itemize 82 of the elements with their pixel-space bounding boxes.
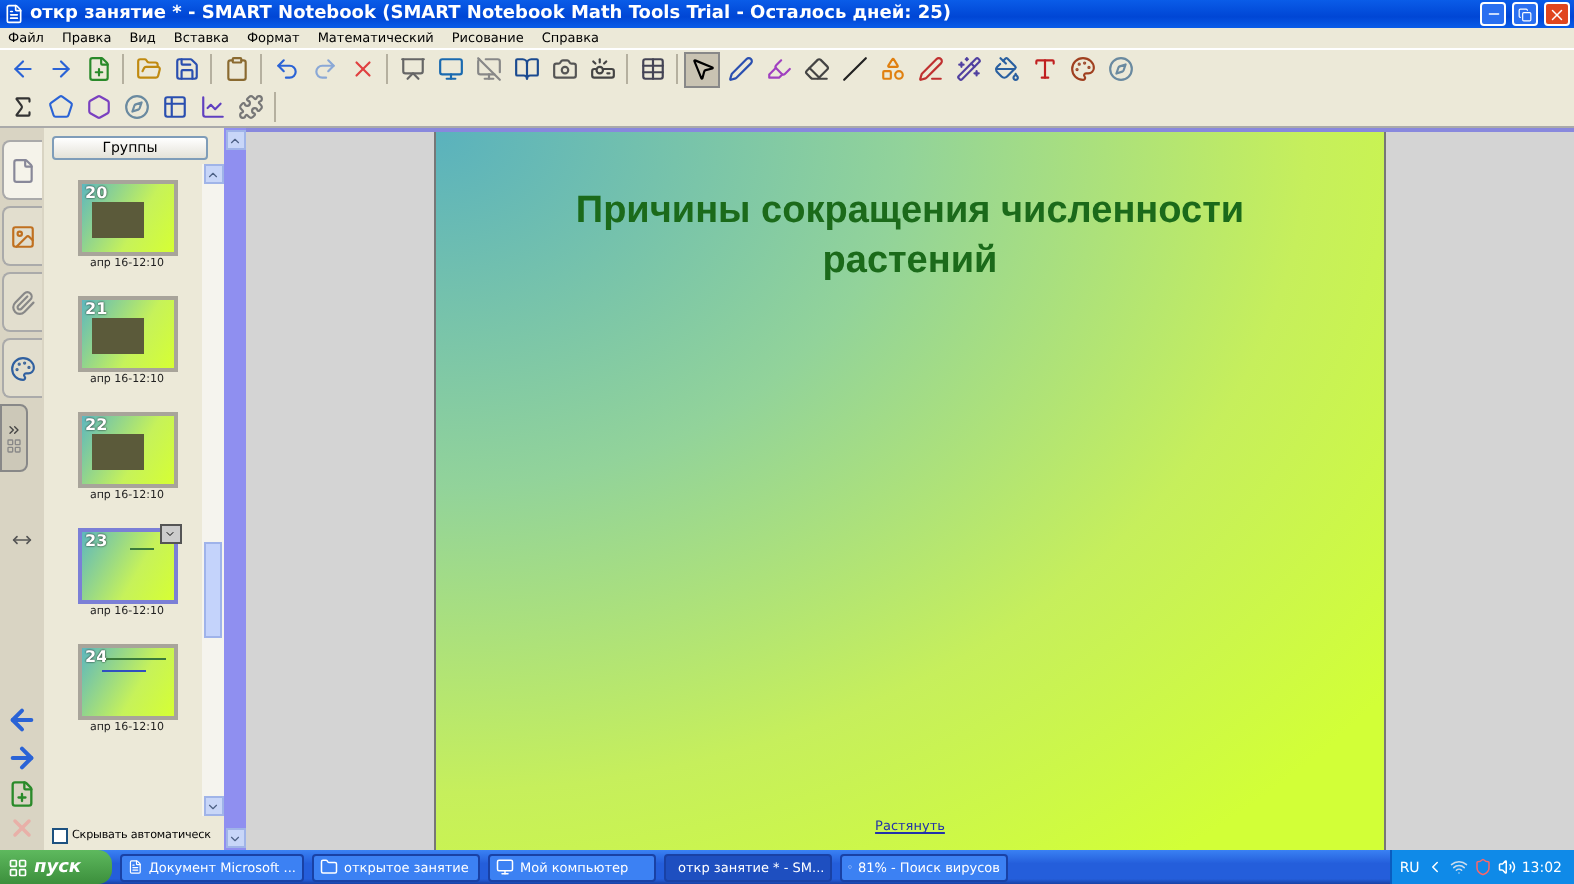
restore-button[interactable] bbox=[1512, 2, 1538, 26]
projector-icon bbox=[589, 56, 615, 82]
chart-icon bbox=[199, 94, 225, 120]
monitor-icon bbox=[437, 56, 463, 82]
palette-icon bbox=[1069, 56, 1095, 82]
wand-icon bbox=[955, 56, 981, 82]
paint-bucket-icon bbox=[993, 56, 1019, 82]
side-tab[interactable] bbox=[2, 272, 42, 332]
grip-icon bbox=[6, 438, 22, 454]
book-icon bbox=[513, 56, 539, 82]
undo-icon bbox=[273, 56, 299, 82]
forward-arrow-icon bbox=[47, 56, 73, 82]
dropdown-button[interactable] bbox=[159, 524, 181, 544]
paperclip-icon bbox=[10, 289, 36, 315]
pen-icon bbox=[727, 56, 753, 82]
pentagon-icon bbox=[47, 94, 73, 120]
hexagon-icon bbox=[85, 94, 111, 120]
caret-icon bbox=[164, 528, 176, 540]
palette-icon bbox=[10, 355, 36, 381]
resize-arrows-icon[interactable] bbox=[12, 530, 32, 550]
window-title: откр занятие * - SMART Notebook (SMART Notebook Math Tools Trial - Осталось дней: 25) bbox=[30, 4, 954, 24]
page-number: 20 bbox=[85, 184, 108, 202]
eraser-icon bbox=[803, 56, 829, 82]
scroll-thumb[interactable] bbox=[204, 542, 222, 638]
minimize-button[interactable] bbox=[1480, 2, 1506, 26]
text-icon bbox=[1031, 56, 1057, 82]
page-add-icon[interactable] bbox=[8, 780, 36, 808]
close-button[interactable] bbox=[1544, 2, 1570, 26]
double-chevron-icon bbox=[6, 422, 22, 438]
save-icon bbox=[173, 56, 199, 82]
computer-icon bbox=[496, 858, 514, 876]
redo-icon bbox=[311, 56, 337, 82]
close-icon bbox=[1548, 5, 1566, 23]
text-line bbox=[105, 658, 165, 660]
highlighter-icon bbox=[765, 56, 791, 82]
network-icon[interactable] bbox=[1449, 858, 1468, 876]
table-icon bbox=[161, 94, 187, 120]
picture-icon bbox=[10, 223, 36, 249]
scrollbar[interactable] bbox=[224, 128, 246, 850]
pen-icon bbox=[917, 56, 943, 82]
page-number: 21 bbox=[85, 300, 108, 318]
puzzle-icon bbox=[237, 94, 263, 120]
monitor-icon bbox=[475, 56, 501, 82]
shapes-icon bbox=[879, 56, 905, 82]
scroll-up-icon bbox=[228, 133, 242, 147]
camera-icon bbox=[551, 56, 577, 82]
page-number: 24 bbox=[85, 648, 108, 666]
back-arrow-icon bbox=[9, 56, 35, 82]
photo-placeholder bbox=[91, 202, 143, 238]
app-icon bbox=[4, 4, 24, 24]
side-tab[interactable] bbox=[2, 140, 42, 200]
photo-placeholder bbox=[91, 434, 143, 470]
text-line bbox=[101, 670, 145, 672]
page-number: 22 bbox=[85, 416, 108, 434]
sigma-icon bbox=[9, 94, 35, 120]
folder-icon bbox=[320, 858, 338, 876]
scrollbar[interactable] bbox=[202, 164, 224, 816]
scroll-down-icon bbox=[228, 831, 242, 845]
text-line bbox=[129, 548, 153, 550]
photo-placeholder bbox=[91, 318, 143, 354]
compass-icon bbox=[1107, 56, 1133, 82]
toolbar-button[interactable] bbox=[684, 51, 720, 87]
folder-icon bbox=[135, 56, 161, 82]
windows-logo-icon bbox=[8, 857, 28, 877]
board-icon bbox=[399, 56, 425, 82]
delete-icon bbox=[349, 56, 375, 82]
page-icon bbox=[10, 157, 36, 183]
page-number: 23 bbox=[85, 532, 108, 550]
scroll-down-icon bbox=[206, 799, 220, 813]
speaker-icon[interactable] bbox=[1497, 858, 1516, 876]
document-icon bbox=[128, 858, 143, 876]
slide-title: Причины сокращения численности растений bbox=[573, 188, 1247, 286]
line-icon bbox=[841, 56, 867, 82]
side-tab[interactable] bbox=[2, 338, 42, 398]
page-add-icon bbox=[85, 56, 111, 82]
pointer-icon bbox=[689, 56, 715, 82]
table-icon bbox=[639, 56, 665, 82]
compass-icon bbox=[123, 94, 149, 120]
side-tab[interactable] bbox=[2, 206, 42, 266]
scroll-up-icon bbox=[206, 167, 220, 181]
clipboard-icon bbox=[223, 56, 249, 82]
restore-icon bbox=[1518, 7, 1532, 21]
